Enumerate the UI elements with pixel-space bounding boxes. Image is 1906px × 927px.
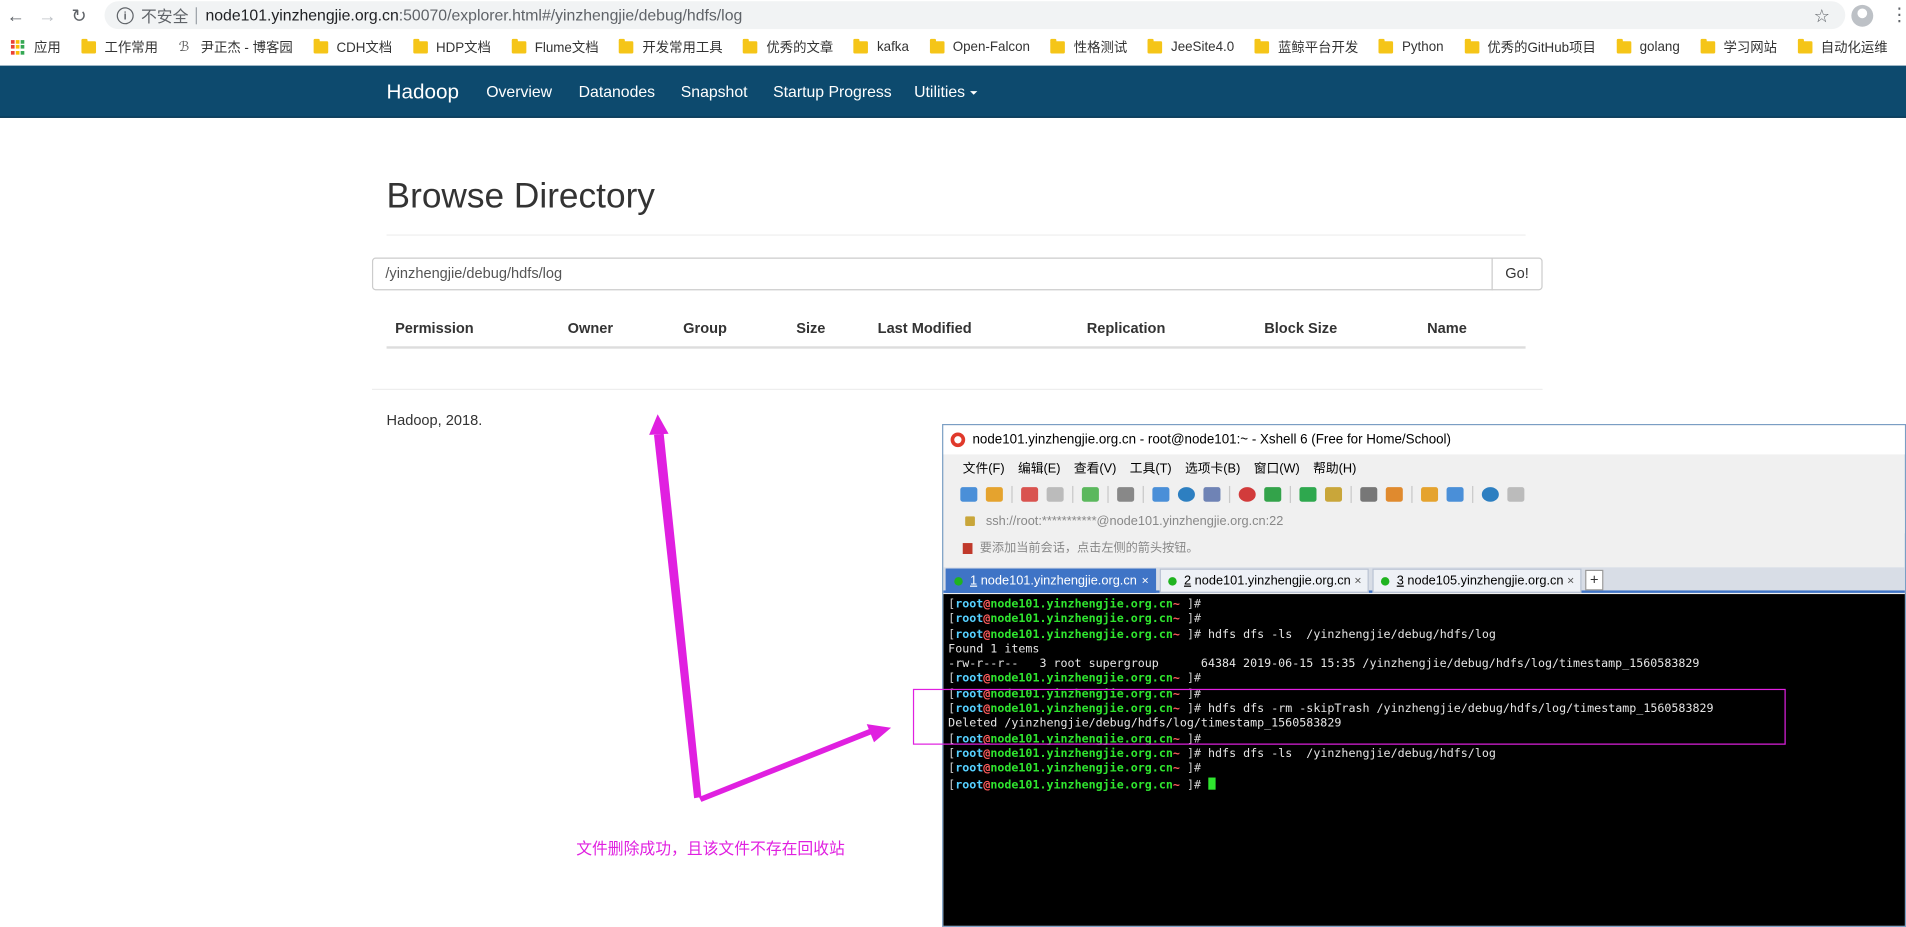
annotation-arrows (649, 414, 892, 802)
arrow-right-shaft (698, 728, 873, 802)
screen: ← → ↻ i 不安全 node101.yinzhengjie.org.cn:5… (0, 0, 1906, 927)
arrow-up-shaft (653, 433, 702, 799)
arrow-up-head (649, 414, 669, 435)
annotation-text: 文件删除成功，且该文件不存在回收站 (576, 839, 845, 858)
arrow-right-head (866, 724, 892, 743)
